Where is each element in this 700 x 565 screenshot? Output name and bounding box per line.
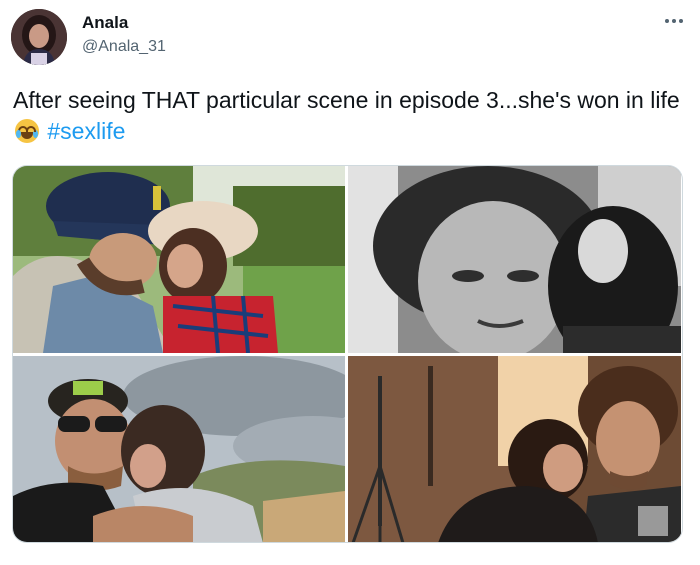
- couple-hugging-cloudy-field-photo: [13, 356, 345, 542]
- black-and-white-couple-selfie-photo: [348, 166, 681, 353]
- couple-cuddling-film-set-photo: [348, 356, 681, 542]
- hashtag-link[interactable]: #sexlife: [47, 118, 125, 144]
- author-handle[interactable]: @Anala_31: [82, 38, 166, 56]
- tweet-text: After seeing THAT particular scene in ep…: [13, 85, 683, 147]
- photo-4[interactable]: [348, 356, 681, 542]
- photo-2[interactable]: [348, 166, 681, 353]
- avatar[interactable]: [11, 9, 67, 65]
- face-with-tears-of-joy-icon: [15, 119, 39, 143]
- couple-kissing-orchard-photo: [13, 166, 345, 353]
- tweet-body: After seeing THAT particular scene in ep…: [13, 87, 680, 113]
- photo-1[interactable]: [13, 166, 345, 353]
- photo-3[interactable]: [13, 356, 345, 542]
- profile-picture-icon: [11, 9, 67, 65]
- more-options-icon[interactable]: [662, 14, 686, 28]
- author-display-name[interactable]: Anala: [82, 13, 128, 33]
- media-grid: [12, 165, 683, 543]
